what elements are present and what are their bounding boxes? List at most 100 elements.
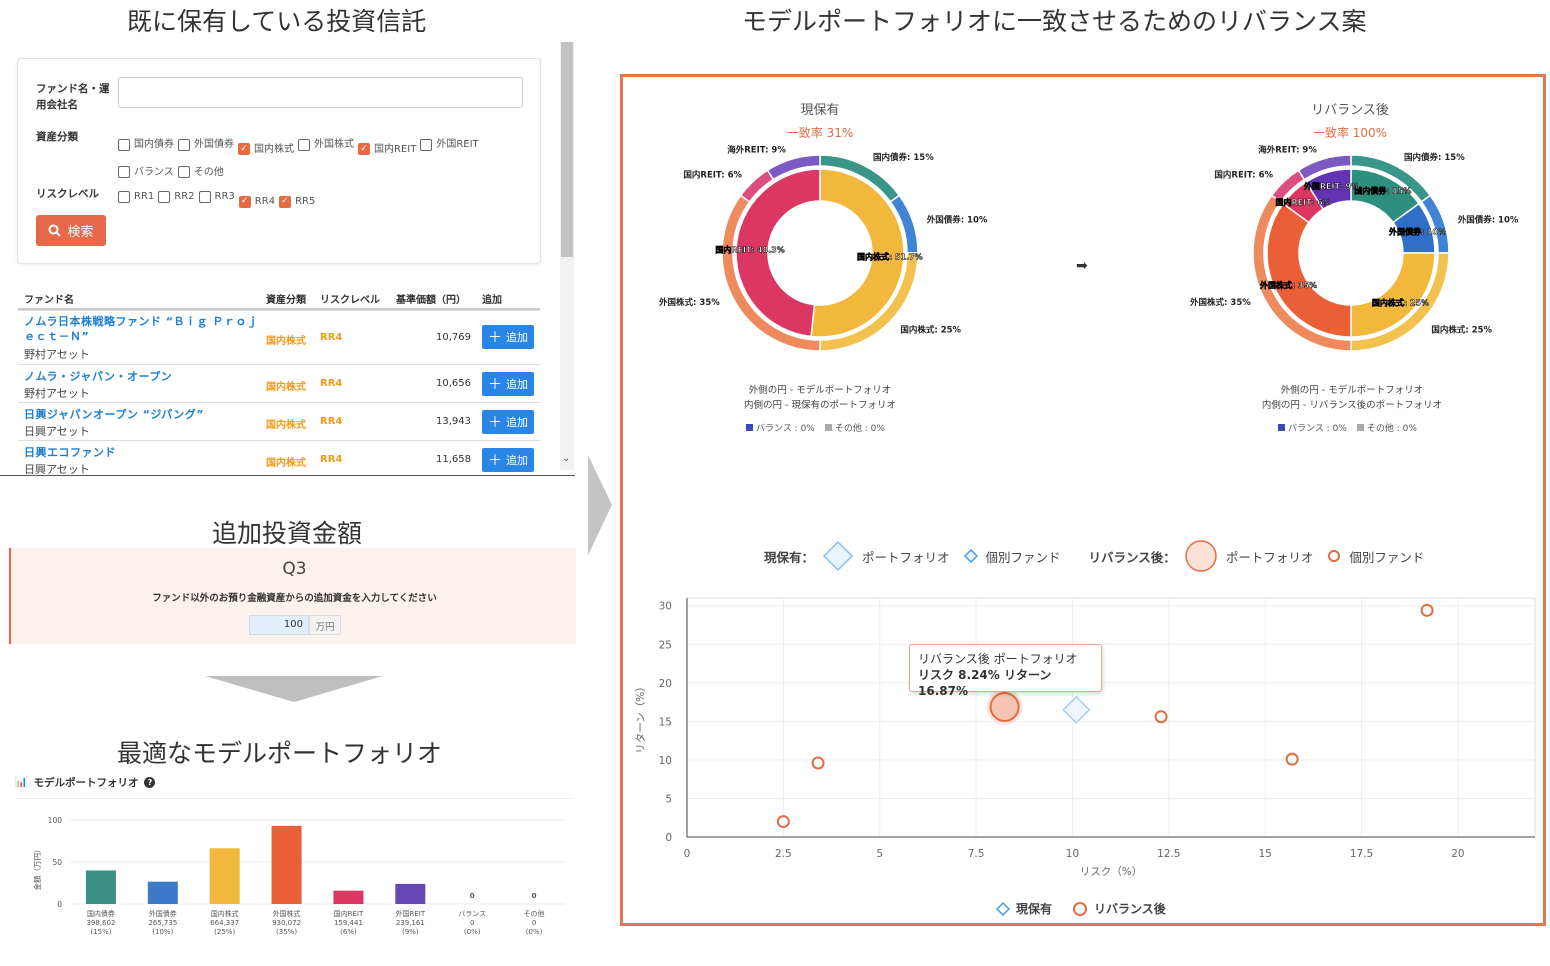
help-icon[interactable]: ? [144, 777, 156, 788]
scatter-legend: 現保有： ポートフォリオ 個別ファンド リバランス後： ポートフォリオ 個別ファ… [764, 539, 1424, 573]
add-button[interactable]: ＋ 追加 [482, 448, 534, 472]
outer-slice-label: 国内REIT: 6% [1214, 169, 1273, 180]
x-category-label: 外国REIT [395, 909, 425, 918]
fund-link[interactable]: ノムラ日本株戦略ファンド “Ｂｉｇ Ｐｒｏｊｅｃｔ－Ｎ” [24, 314, 259, 344]
chart-icon: 📊 [15, 777, 28, 788]
outer-slice-label: 国内債券: 15% [1404, 152, 1465, 163]
fund-link[interactable]: 日興ジャパンオープン “ジパング” [24, 406, 204, 422]
bottom-legend-current[interactable]: 現保有 [1016, 900, 1052, 917]
plus-icon: ＋ [488, 415, 502, 431]
risk-level-checkbox[interactable]: ✓ RR4 [238, 194, 275, 210]
add-button[interactable]: ＋ 追加 [482, 372, 534, 396]
portfolio-diamond-icon [822, 540, 854, 572]
th-price: 基準価額（円） [396, 295, 466, 306]
x-amount-label: 0 [470, 919, 474, 927]
plus-icon: ＋ [488, 377, 502, 393]
th-risk-level: リスクレベル [320, 295, 380, 306]
risk-level-label: リスクレベル [36, 188, 99, 200]
legend-after-fund[interactable]: 個別ファンド [1349, 547, 1424, 566]
bar[interactable] [395, 883, 426, 904]
x-category-label: 国内債券 [87, 909, 115, 918]
after-fund-point[interactable] [1154, 710, 1168, 724]
fund-link[interactable]: ノムラ・ジャパン・オープン [24, 368, 172, 384]
x-tick-label: 12.5 [1157, 848, 1180, 860]
q3-panel: Q3 ファンド以外のお預り金融資産からの追加資金を入力してください 100 万円 [9, 548, 576, 644]
bar[interactable] [333, 890, 364, 904]
asset-class-checkbox[interactable]: 外国債券 [178, 133, 234, 156]
inner-ring-slice[interactable] [1350, 252, 1436, 338]
bar[interactable] [85, 870, 116, 904]
checkbox-box [298, 138, 310, 151]
x-category-label: 国内REIT [334, 909, 364, 918]
bar[interactable] [147, 881, 178, 904]
inner-slice-label: 国内REIT: 48.3% [715, 244, 784, 254]
search-button[interactable]: 検索 [36, 215, 106, 246]
risk-level-checkbox[interactable]: ✓ RR5 [279, 194, 315, 210]
current-small-legend: バランス : 0% その他 : 0% [746, 421, 885, 434]
risk-level-checkbox[interactable]: RR3 [198, 189, 235, 205]
price-cell: 13,943 [436, 416, 471, 427]
x-category-label: その他 [524, 909, 545, 918]
after-pie-title: リバランス後 [1311, 103, 1389, 118]
asset-class-checkbox[interactable]: 外国株式 [298, 133, 354, 156]
risk-level-checkbox[interactable]: RR2 [158, 189, 195, 205]
y-tick-label: 100 [48, 816, 63, 825]
after-fund-point[interactable] [1285, 752, 1299, 766]
bottom-legend-after[interactable]: リバランス後 [1094, 900, 1166, 917]
add-button[interactable]: ＋ 追加 [482, 410, 534, 434]
bar[interactable] [209, 848, 240, 904]
inner-slice-label: 国内株式: 25% [1372, 297, 1429, 307]
checkbox-box [158, 191, 171, 203]
inner-slice-label: 外国REIT: 9% [1304, 181, 1359, 191]
scrollbar[interactable]: ⌄ [560, 42, 574, 470]
asset-class-checkbox[interactable]: 外国REIT [420, 133, 479, 156]
other-legend-label: その他 : 0% [1366, 424, 1417, 434]
scroll-down-icon[interactable]: ⌄ [562, 453, 570, 464]
checkmark-icon: ✓ [238, 143, 250, 155]
right-arrow-icon [588, 455, 612, 555]
after-fund-point[interactable] [776, 815, 790, 829]
after-fund-point[interactable] [811, 756, 825, 770]
asset-class-checkbox-label: 外国債券 [194, 139, 234, 150]
legend-current-portfolio[interactable]: ポートフォリオ [862, 547, 950, 566]
fund-link[interactable]: 日興エコファンド [24, 444, 116, 460]
asset-class-checkbox[interactable]: ✓ 国内株式 [238, 138, 294, 161]
x-tick-label: 20 [1451, 848, 1464, 860]
fund-name-input[interactable] [118, 77, 523, 108]
legend-current-fund[interactable]: 個別ファンド [986, 547, 1061, 566]
fund-company: 野村アセット [24, 387, 90, 400]
asset-class-checkbox-label: 国内REIT [374, 143, 417, 155]
outer-slice-label: 国内株式: 25% [1431, 324, 1492, 335]
after-fund-point[interactable] [1420, 603, 1434, 617]
model-header-label: モデルポートフォリオ [33, 777, 139, 789]
risk-cell: RR4 [320, 416, 343, 427]
th-asset-class: 資産分類 [266, 295, 306, 306]
asset-class-checkbox[interactable]: 国内債券 [118, 133, 174, 156]
outer-slice-label: 外国株式: 35% [1189, 297, 1251, 308]
x-tick-label: 5 [876, 848, 883, 860]
asset-class-checkbox[interactable]: バランス [118, 161, 174, 184]
model-bar-chart: 100500金額（万円）国内債券398,602(15%)外国債券265,735(… [32, 816, 565, 936]
add-button[interactable]: ＋ 追加 [482, 325, 534, 349]
scrollbar-thumb[interactable] [561, 42, 573, 257]
x-category-label: 外国株式 [273, 909, 301, 918]
legend-after-portfolio[interactable]: ポートフォリオ [1226, 547, 1314, 566]
risk-level-checkbox[interactable]: RR1 [118, 189, 154, 205]
asset-class-checkbox[interactable]: その他 [177, 161, 224, 184]
y-tick-label: 5 [665, 793, 672, 805]
table-row: 日興ジャパンオープン “ジパング” 日興アセット 国内株式 RR4 13,943… [18, 402, 540, 440]
additional-title: 追加投資金額 [212, 519, 363, 548]
x-amount-label: 265,735 [148, 919, 177, 927]
risk-level-checkbox-label: RR5 [295, 195, 316, 207]
asset-class-checkbox-label: 外国REIT [436, 139, 479, 150]
tooltip-line1: リバランス後 ポートフォリオ [918, 652, 1078, 666]
plot-area [686, 597, 1536, 838]
table-row: ノムラ日本株戦略ファンド “Ｂｉｇ Ｐｒｏｊｅｃｔ－Ｎ” 野村アセット 国内株式… [18, 310, 540, 364]
other-legend: その他 : 0% [1356, 421, 1417, 434]
amount-input[interactable]: 100 [249, 615, 309, 635]
x-tick-label: 10 [1066, 848, 1079, 860]
price-cell: 10,656 [436, 378, 471, 389]
bar[interactable] [271, 825, 302, 904]
balance-legend: バランス : 0% [746, 421, 815, 434]
asset-class-checkbox[interactable]: ✓ 国内REIT [358, 138, 416, 161]
